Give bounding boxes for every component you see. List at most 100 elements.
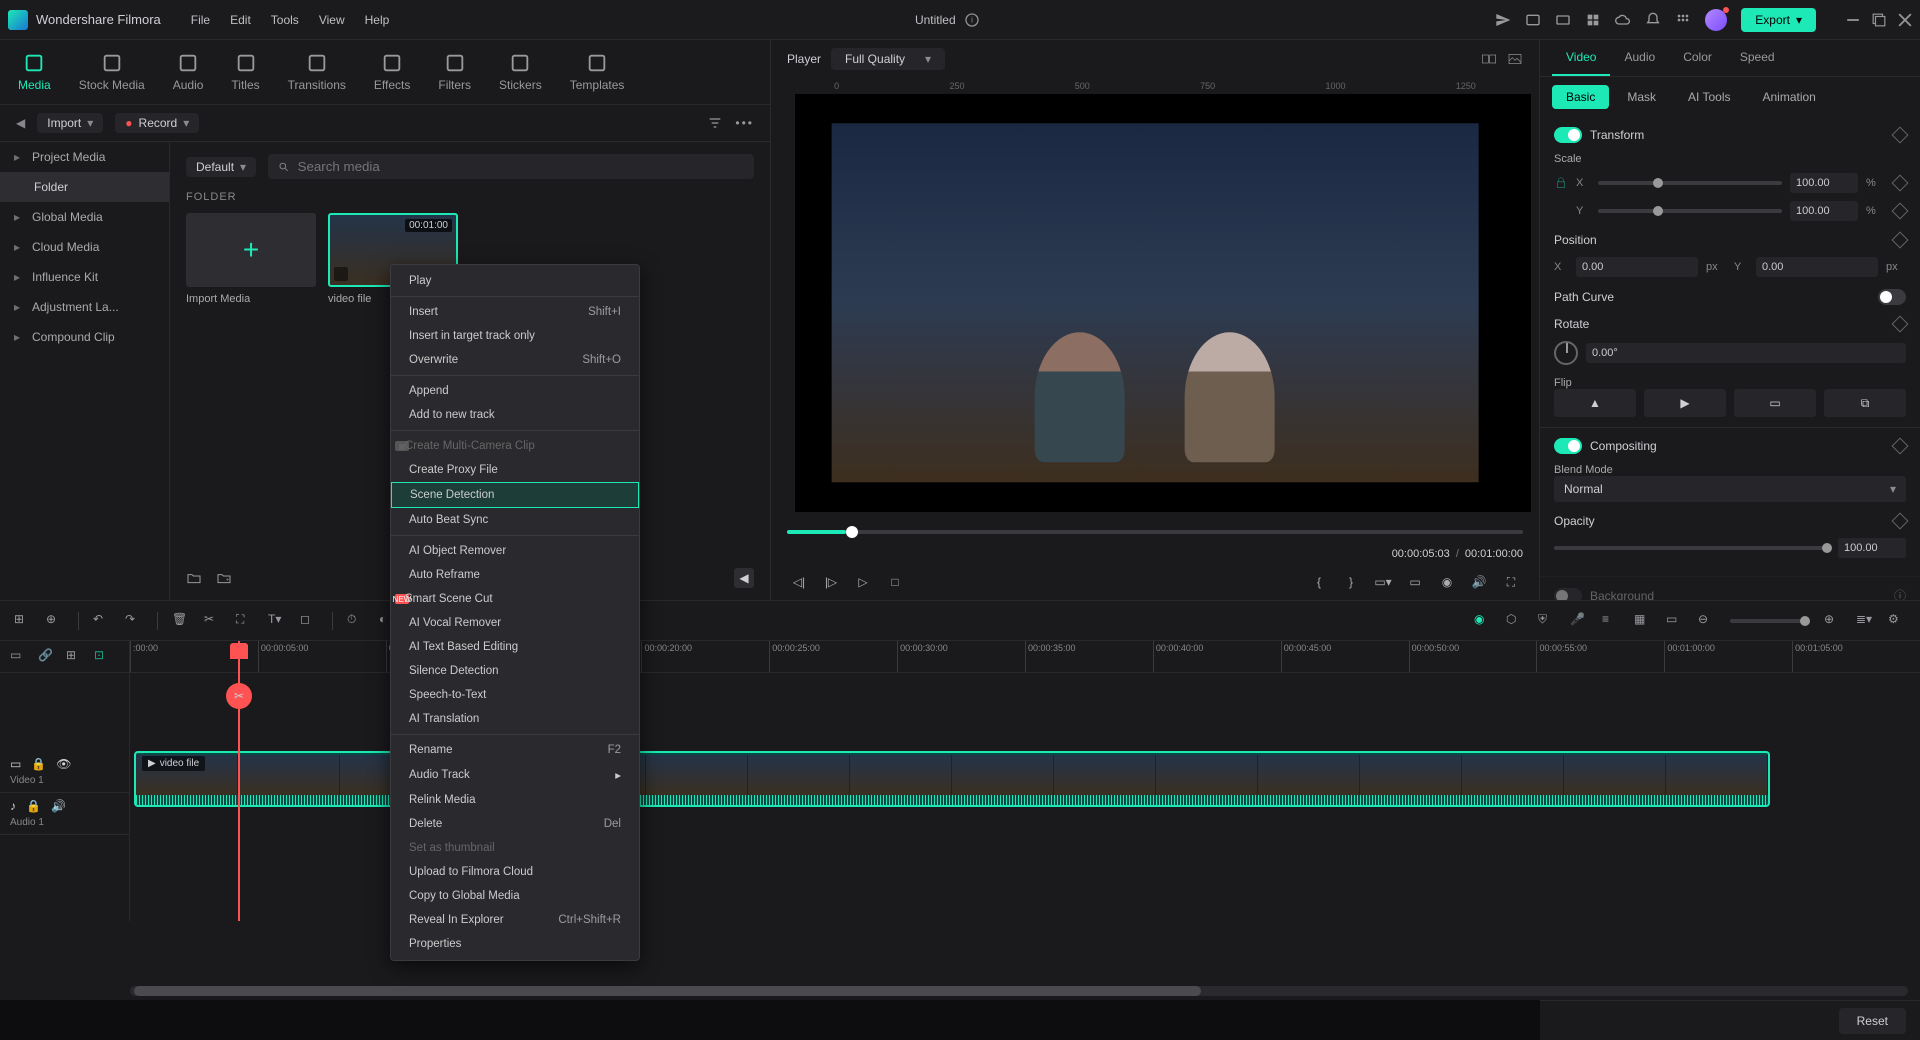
auto-icon[interactable]: ◉ <box>1474 612 1492 630</box>
export-button[interactable]: Export▾ <box>1741 8 1816 32</box>
keyframe-icon[interactable] <box>1892 232 1909 249</box>
mode-tab-audio[interactable]: Audio <box>171 48 206 96</box>
import-media-tile[interactable]: + Import Media <box>186 213 316 305</box>
sort-dropdown[interactable]: Default▾ <box>186 157 256 177</box>
ctx-properties[interactable]: Properties <box>391 932 639 956</box>
mixer-icon[interactable]: ≡ <box>1602 612 1620 630</box>
opacity-value[interactable]: 100.00 <box>1838 538 1906 558</box>
search-input[interactable] <box>268 154 754 179</box>
sidebar-item[interactable]: ▸Cloud Media <box>0 232 169 262</box>
audio-track-head[interactable]: ♪🔒🔊 Audio 1 <box>0 793 129 835</box>
sidebar-item[interactable]: ▸Adjustment La... <box>0 292 169 322</box>
mode-tab-effects[interactable]: Effects <box>372 48 412 96</box>
scale-y-slider[interactable] <box>1598 209 1782 213</box>
video-preview[interactable] <box>779 94 1531 512</box>
ctx-rename[interactable]: RenameF2 <box>391 738 639 762</box>
track-snap-icon[interactable]: ⊡ <box>94 648 112 666</box>
folder-out-icon[interactable] <box>186 570 202 586</box>
clip-info-icon[interactable] <box>334 267 348 281</box>
mode-tab-media[interactable]: Media <box>16 48 53 96</box>
keyframe-icon[interactable] <box>1892 175 1909 192</box>
menu-view[interactable]: View <box>309 9 355 31</box>
sidebar-item[interactable]: ▸Global Media <box>0 202 169 232</box>
delete-icon[interactable]: 🗑 <box>172 612 190 630</box>
mode-tab-templates[interactable]: Templates <box>568 48 627 96</box>
record-button[interactable]: ●Record▾ <box>115 113 199 133</box>
pos-x-value[interactable]: 0.00 <box>1576 257 1698 277</box>
reset-button[interactable]: Reset <box>1839 1008 1906 1034</box>
mark-in-icon[interactable]: { <box>1307 570 1331 594</box>
mode-tab-titles[interactable]: Titles <box>229 48 261 96</box>
ctx-scene-detection[interactable]: Scene Detection <box>391 482 639 508</box>
link-icon[interactable]: ⊕ <box>46 612 64 630</box>
stop-icon[interactable]: □ <box>883 570 907 594</box>
filter-icon[interactable] <box>707 115 723 131</box>
inspector-tab-color[interactable]: Color <box>1669 40 1726 76</box>
text-icon[interactable]: T▾ <box>268 612 286 630</box>
ctx-ai-object-remover[interactable]: AI Object Remover <box>391 539 639 563</box>
inspector-subtab-basic[interactable]: Basic <box>1552 85 1609 109</box>
mic-icon[interactable]: 🎤 <box>1570 612 1588 630</box>
apps-icon[interactable] <box>1675 12 1691 28</box>
undo-icon[interactable]: ↶ <box>93 612 111 630</box>
ctx-audio-track[interactable]: Audio Track▸ <box>391 762 639 788</box>
ctx-append[interactable]: Append <box>391 379 639 403</box>
track-mute-icon[interactable]: 👁 <box>56 757 71 771</box>
crop-icon[interactable]: ⛶ <box>236 612 254 630</box>
transform-toggle[interactable] <box>1554 127 1582 143</box>
ctx-delete[interactable]: DeleteDel <box>391 812 639 836</box>
flip-copy-button[interactable]: ⧉ <box>1824 389 1906 417</box>
keyframe-icon[interactable] <box>1892 316 1909 333</box>
redo-icon[interactable]: ↷ <box>125 612 143 630</box>
speed-icon[interactable]: ⏱ <box>347 612 365 630</box>
ctx-insert-in-target-track-only[interactable]: Insert in target track only <box>391 324 639 348</box>
snapshot-icon[interactable]: ◉ <box>1435 570 1459 594</box>
sidebar-item[interactable]: ▸Influence Kit <box>0 262 169 292</box>
opacity-slider[interactable] <box>1554 546 1830 550</box>
settings-icon[interactable]: ⚙ <box>1888 612 1906 630</box>
lock-icon[interactable] <box>1554 176 1568 190</box>
magnet-icon[interactable]: ⊞ <box>14 612 32 630</box>
marker-icon[interactable]: ⬡ <box>1506 612 1524 630</box>
quality-dropdown[interactable]: Full Quality▾ <box>831 48 945 70</box>
menu-file[interactable]: File <box>181 9 220 31</box>
ctx-speech-to-text[interactable]: Speech-to-Text <box>391 683 639 707</box>
inspector-tab-audio[interactable]: Audio <box>1610 40 1669 76</box>
display-icon[interactable]: ▭ <box>1403 570 1427 594</box>
maximize-icon[interactable] <box>1872 13 1886 27</box>
fullscreen-icon[interactable]: ⛶ <box>1499 570 1523 594</box>
ctx-insert[interactable]: InsertShift+I <box>391 300 639 324</box>
ctx-copy-to-global-media[interactable]: Copy to Global Media <box>391 884 639 908</box>
track-lock-icon[interactable]: 🔒 <box>26 799 41 813</box>
sidebar-item[interactable]: ▸Project Media <box>0 142 169 172</box>
compare-icon[interactable] <box>1481 51 1497 67</box>
ctx-upload-to-filmora-cloud[interactable]: Upload to Filmora Cloud <box>391 860 639 884</box>
pathcurve-toggle[interactable] <box>1878 289 1906 305</box>
new-folder-icon[interactable]: + <box>216 570 232 586</box>
sidebar-collapse[interactable]: ◀ <box>16 116 25 130</box>
grid-icon[interactable] <box>1585 12 1601 28</box>
mode-tab-filters[interactable]: Filters <box>436 48 473 96</box>
sidebar-item[interactable]: ▸Compound Clip <box>0 322 169 352</box>
mode-tab-transitions[interactable]: Transitions <box>286 48 348 96</box>
inspector-tab-speed[interactable]: Speed <box>1726 40 1789 76</box>
mode-tab-stock[interactable]: Stock Media <box>77 48 147 96</box>
close-icon[interactable] <box>1898 13 1912 27</box>
import-button[interactable]: Import▾ <box>37 113 103 133</box>
zoom-out-icon[interactable]: ⊖ <box>1698 612 1716 630</box>
mode-tab-stickers[interactable]: Stickers <box>497 48 544 96</box>
timeline-scrollbar[interactable] <box>130 986 1908 996</box>
scissors-icon[interactable]: ✂ <box>226 683 252 709</box>
play-icon[interactable]: ▷ <box>851 570 875 594</box>
card-icon[interactable] <box>1555 12 1571 28</box>
ctx-silence-detection[interactable]: Silence Detection <box>391 659 639 683</box>
more-icon[interactable]: ••• <box>735 116 754 130</box>
scale-x-slider[interactable] <box>1598 181 1782 185</box>
scale-x-value[interactable]: 100.00 <box>1790 173 1858 193</box>
track-link-icon[interactable]: 🔗 <box>38 648 56 666</box>
info-icon[interactable]: i <box>964 12 980 28</box>
frame-icon[interactable]: ◻ <box>300 612 318 630</box>
zoom-slider[interactable] <box>1730 619 1810 623</box>
ctx-auto-reframe[interactable]: Auto Reframe <box>391 563 639 587</box>
render-icon[interactable]: ▭ <box>1666 612 1684 630</box>
